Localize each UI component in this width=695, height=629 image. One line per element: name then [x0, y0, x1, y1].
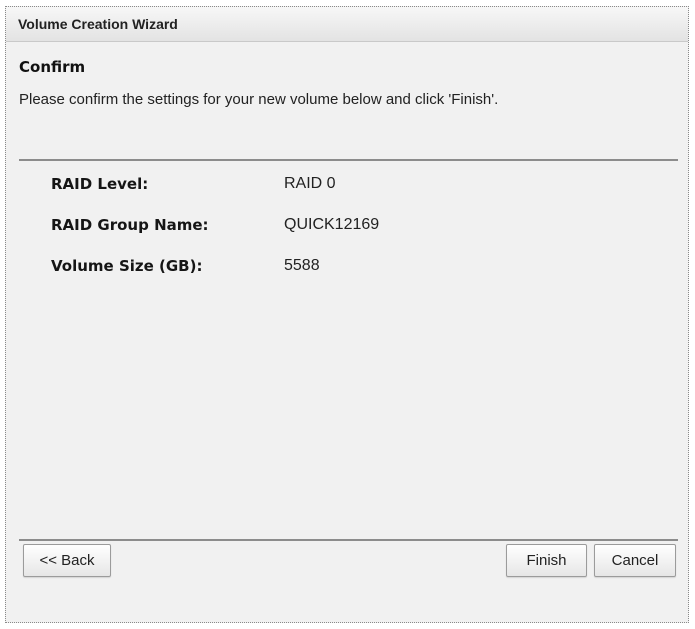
window-title: Volume Creation Wizard: [18, 16, 178, 32]
back-button[interactable]: << Back: [23, 544, 111, 577]
setting-label: RAID Group Name:: [51, 216, 209, 234]
finish-button[interactable]: Finish: [506, 544, 587, 577]
title-bar: Volume Creation Wizard: [6, 7, 688, 42]
setting-value: RAID 0: [284, 175, 336, 192]
setting-value: 5588: [284, 257, 320, 274]
step-instruction: Please confirm the settings for your new…: [19, 91, 499, 108]
setting-label: Volume Size (GB):: [51, 257, 203, 275]
top-divider: [19, 159, 678, 161]
setting-value: QUICK12169: [284, 216, 380, 233]
step-heading: Confirm: [19, 58, 86, 76]
cancel-button[interactable]: Cancel: [594, 544, 676, 577]
bottom-divider: [19, 539, 678, 541]
wizard-dialog: Volume Creation Wizard Confirm Please co…: [5, 6, 689, 623]
setting-label: RAID Level:: [51, 175, 149, 193]
